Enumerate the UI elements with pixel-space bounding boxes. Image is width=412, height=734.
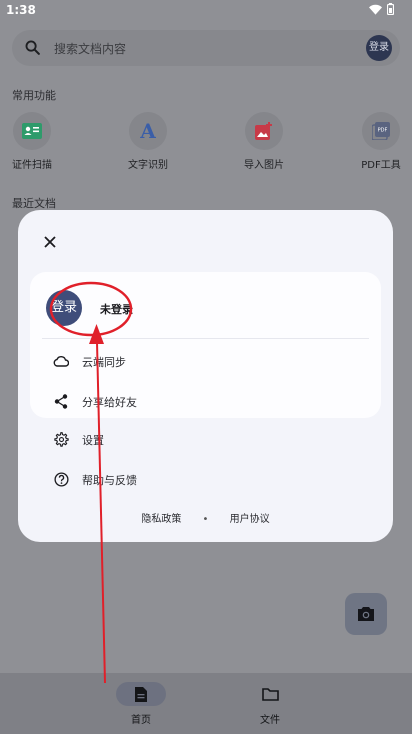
search-placeholder: 搜索文档内容 — [54, 42, 127, 56]
cloud-icon — [53, 356, 69, 367]
nav-files[interactable]: 文件 — [240, 682, 300, 726]
nav-home[interactable]: 首页 — [111, 682, 171, 726]
feature-import-image[interactable]: 导入图片 — [224, 112, 304, 171]
close-button[interactable] — [40, 232, 60, 252]
feature-pdf-tools[interactable]: PDF PDF工具 — [341, 112, 412, 171]
help-icon — [53, 471, 69, 487]
divider — [42, 338, 369, 339]
account-card: 登录 未登录 云端同步 分享给好友 — [30, 272, 381, 418]
pdf-icon: PDF — [372, 122, 390, 140]
document-icon — [135, 686, 147, 702]
menu-label: 分享给好友 — [82, 396, 137, 409]
section-title-recent-docs: 最近文档 — [12, 197, 56, 210]
close-icon — [44, 236, 56, 248]
feature-label: 文字识别 — [128, 160, 168, 171]
wifi-icon — [369, 4, 382, 15]
camera-icon — [358, 607, 374, 621]
feature-label: 导入图片 — [244, 160, 284, 171]
account-dialog: 登录 未登录 云端同步 分享给好友 设置 帮助与反馈 隐私政策 • 用户协议 — [18, 210, 393, 542]
menu-item-share[interactable]: 分享给好友 — [30, 383, 381, 419]
status-bar: 1:38 — [0, 0, 412, 22]
gear-icon — [53, 431, 69, 447]
feature-label: 证件扫描 — [12, 160, 52, 171]
text-a-icon: A — [140, 119, 156, 143]
bottom-nav: 首页 文件 — [0, 673, 412, 734]
camera-button[interactable] — [345, 593, 387, 635]
nav-label-home: 首页 — [131, 715, 151, 726]
section-title-common-tools: 常用功能 — [12, 89, 56, 102]
feature-id-scan[interactable]: 证件扫描 — [0, 112, 72, 171]
status-time: 1:38 — [6, 3, 36, 17]
menu-item-cloud-sync[interactable]: 云端同步 — [30, 343, 381, 379]
user-name[interactable]: 未登录 — [100, 301, 133, 317]
folder-icon — [261, 687, 279, 701]
feature-text-ocr[interactable]: A 文字识别 — [108, 112, 188, 171]
menu-label: 云端同步 — [82, 356, 126, 369]
user-agreement-link[interactable]: 用户协议 — [230, 510, 270, 525]
search-bar[interactable]: 搜索文档内容 登录 — [12, 30, 400, 66]
separator: • — [202, 514, 209, 525]
search-icon — [25, 40, 40, 55]
share-icon — [54, 393, 68, 409]
svg-text:PDF: PDF — [378, 128, 388, 134]
login-avatar-button[interactable]: 登录 — [366, 35, 392, 61]
menu-item-help[interactable]: 帮助与反馈 — [30, 461, 381, 497]
privacy-policy-link[interactable]: 隐私政策 — [141, 510, 181, 525]
status-icons — [369, 3, 394, 15]
battery-icon — [387, 3, 394, 15]
menu-label: 帮助与反馈 — [82, 474, 137, 487]
add-image-icon — [255, 122, 272, 140]
feature-list: 证件扫描 A 文字识别 导入图片 PDF PDF工具 — [0, 112, 412, 172]
avatar-login-button[interactable]: 登录 — [46, 290, 82, 326]
id-card-icon — [22, 123, 42, 139]
feature-label: PDF工具 — [361, 160, 401, 171]
nav-label-files: 文件 — [260, 715, 280, 726]
menu-label: 设置 — [82, 434, 104, 447]
menu-item-settings[interactable]: 设置 — [30, 421, 381, 457]
dialog-footer: 隐私政策 • 用户协议 — [18, 510, 393, 525]
